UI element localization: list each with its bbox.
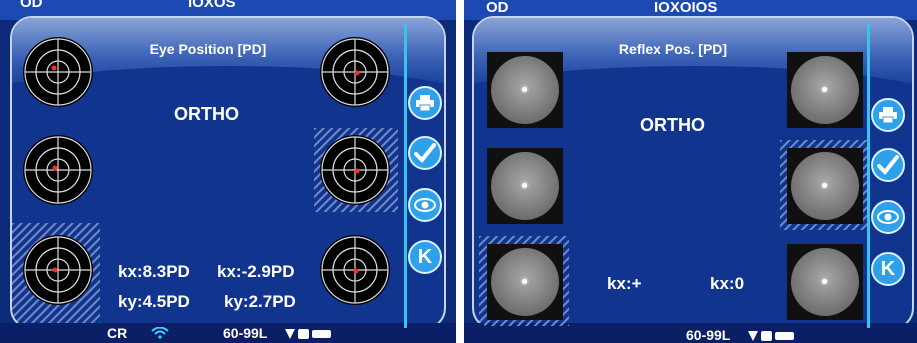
battery-icon (285, 327, 333, 343)
ky-os-value: ky:2.7PD (224, 292, 296, 311)
range-label: 60-99L (223, 325, 268, 341)
print-button[interactable] (871, 98, 905, 132)
eye-view-button[interactable] (408, 188, 442, 222)
ky-od-value: ky:4.5PD (118, 292, 190, 311)
k-icon: K (880, 257, 896, 280)
eye-icon (877, 210, 899, 224)
eye-position-target-os-1[interactable] (319, 36, 391, 108)
reflex-image-od-1[interactable] (487, 52, 563, 128)
reflex-image-od-2[interactable] (487, 148, 563, 224)
k-icon: K (417, 245, 433, 268)
reflex-position-screen: OD IOXOIOS Reflex Pos. [PD] ORTHO kx:+ k… (464, 0, 917, 343)
bottom-status-bar: CR 60-99L (0, 323, 456, 343)
eye-position-target-od-1[interactable] (22, 36, 94, 108)
k-button[interactable]: K (871, 252, 905, 286)
print-icon (879, 107, 897, 124)
check-icon (877, 155, 899, 175)
wifi-icon (151, 326, 169, 342)
eye-position-target-od-2[interactable] (22, 134, 94, 206)
eye-position-target-os-3[interactable] (319, 234, 391, 306)
eye-selector[interactable]: IOXOS (188, 0, 236, 11)
eye-position-target-od-3[interactable] (22, 234, 94, 306)
k-button[interactable]: K (408, 240, 442, 274)
reflex-image-os-2[interactable] (787, 148, 863, 224)
battery-icon (748, 329, 796, 343)
range-label: 60-99L (686, 327, 731, 343)
od-label: OD (20, 0, 43, 11)
eye-icon (414, 198, 436, 212)
kx-od-value: kx:8.3PD (118, 262, 190, 281)
kx-od-value: kx:+ (607, 274, 642, 293)
check-icon (414, 143, 436, 163)
sidebar-divider (404, 24, 407, 328)
print-button[interactable] (408, 86, 442, 120)
reflex-image-os-3[interactable] (787, 244, 863, 320)
confirm-button[interactable] (408, 136, 442, 170)
confirm-button[interactable] (871, 148, 905, 182)
bottom-status-bar: 60-99L (464, 323, 917, 343)
eye-position-screen: OD IOXOS Eye Position [PD] ORTHO kx:8.3P… (0, 0, 456, 343)
kx-os-value: kx:0 (710, 274, 745, 293)
ortho-status: ORTHO (174, 104, 239, 124)
mode-label: CR (107, 325, 128, 341)
kx-os-value: kx:-2.9PD (217, 262, 295, 281)
eye-view-button[interactable] (871, 200, 905, 234)
print-icon (416, 95, 434, 112)
reflex-image-od-3[interactable] (487, 244, 563, 320)
eye-position-dialog: Eye Position [PD] ORTHO kx:8.3PD kx:-2.9… (10, 16, 446, 330)
ortho-status: ORTHO (640, 115, 705, 135)
reflex-image-os-1[interactable] (787, 52, 863, 128)
od-label: OD (486, 0, 509, 16)
eye-selector[interactable]: IOXOIOS (654, 0, 717, 16)
eye-position-target-os-2[interactable] (319, 134, 391, 206)
reflex-position-dialog: Reflex Pos. [PD] ORTHO kx:+ kx:0 K (472, 16, 914, 330)
sidebar-divider (867, 24, 870, 328)
